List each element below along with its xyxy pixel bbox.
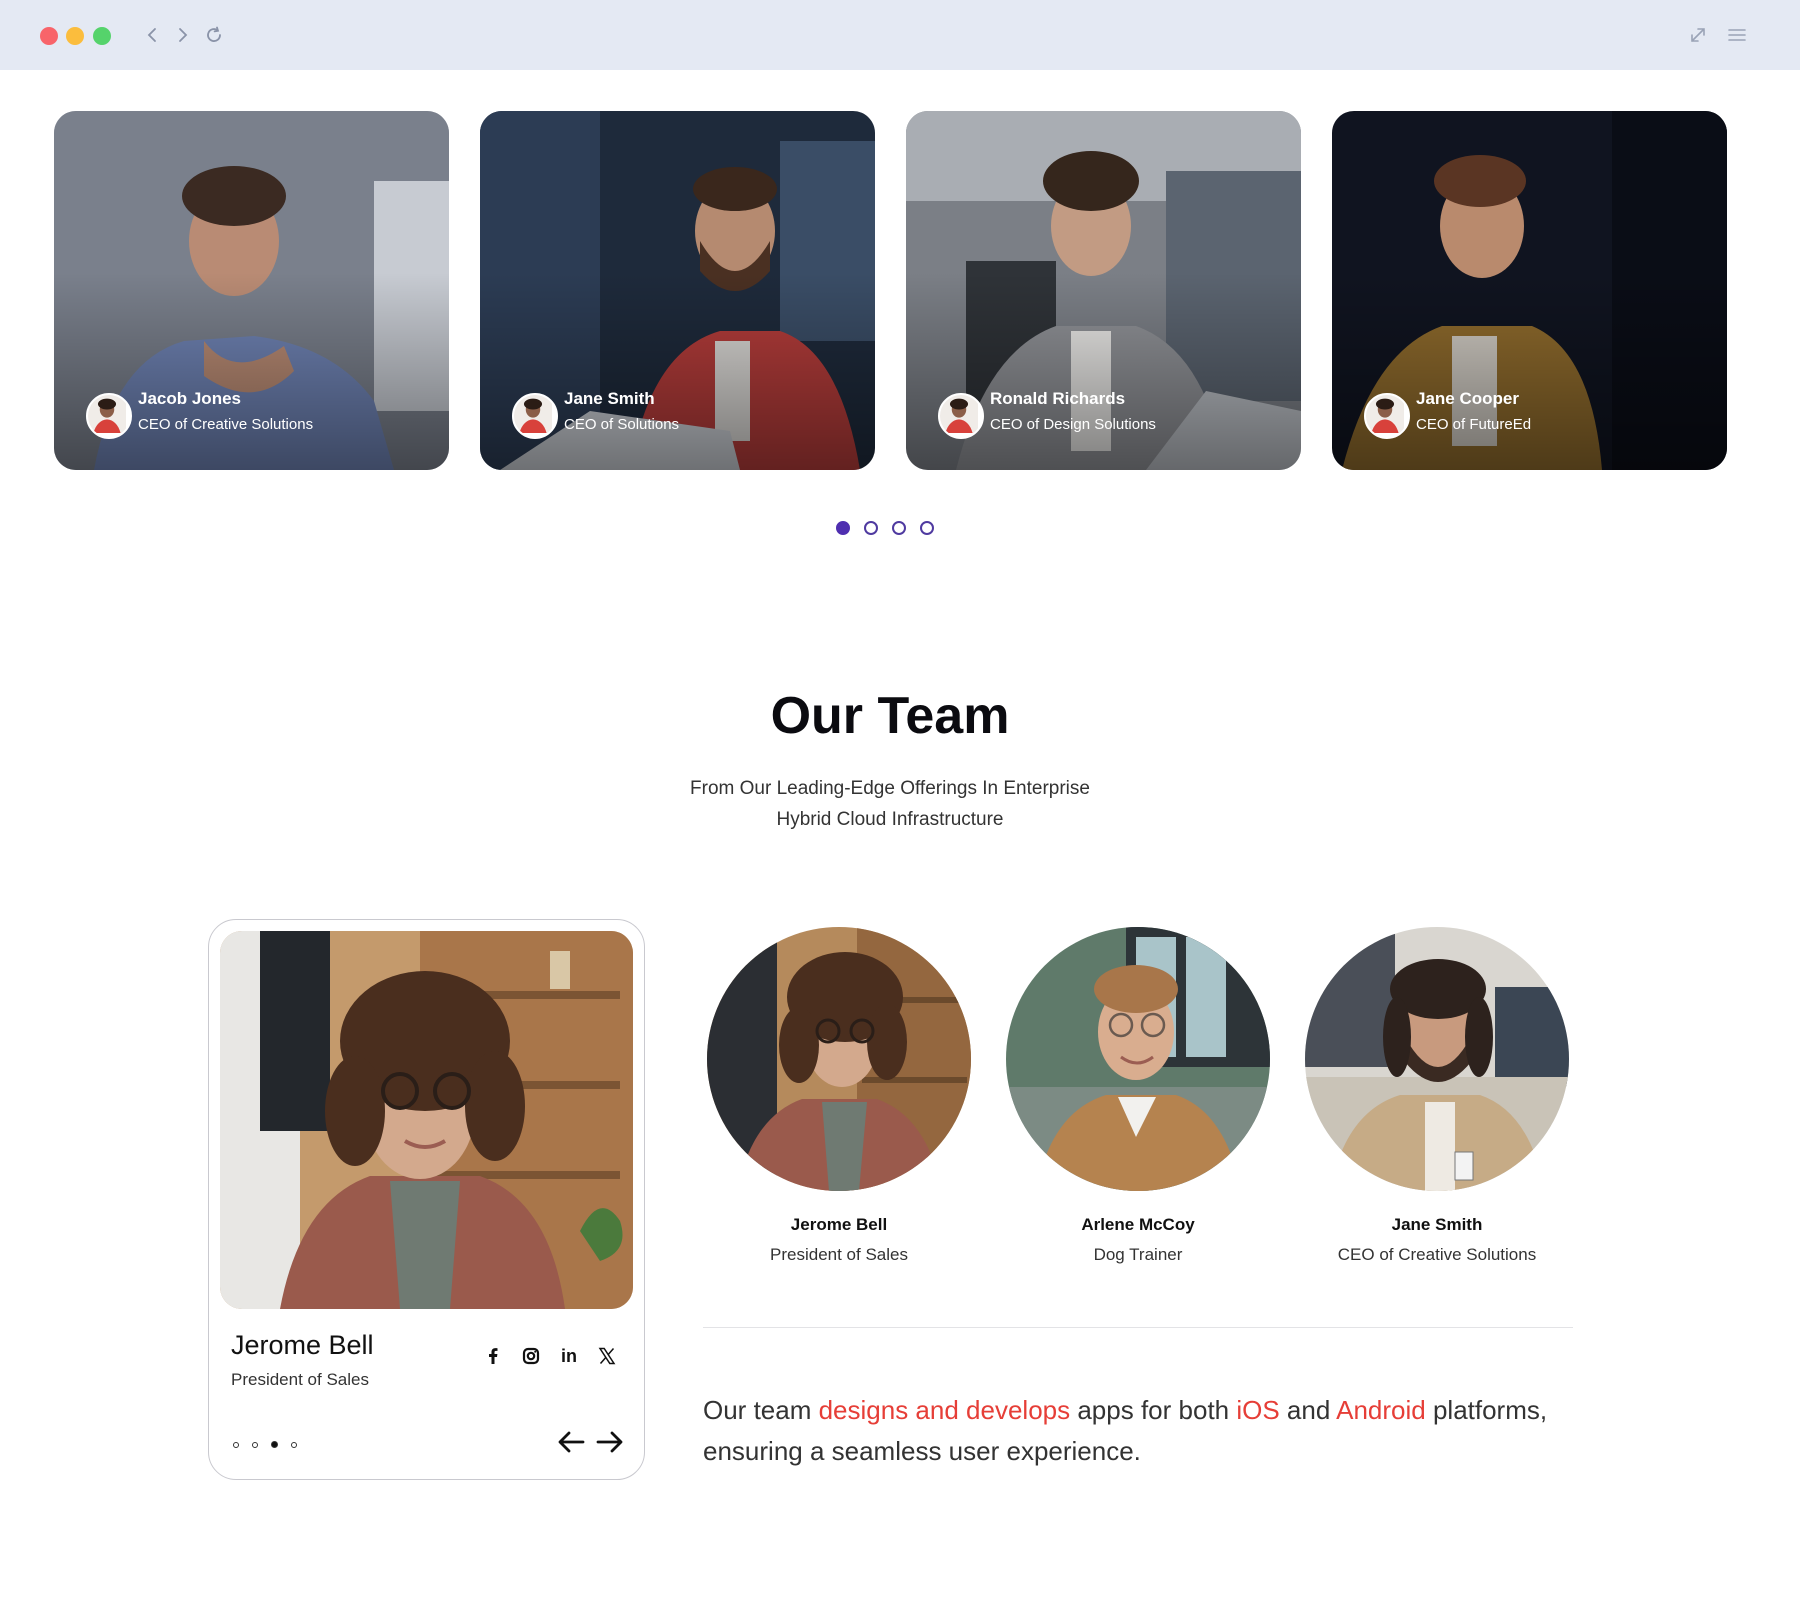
pagination-dot-3[interactable]: [892, 521, 906, 535]
carousel-card[interactable]: Jane Smith CEO of Solutions: [480, 111, 875, 470]
tagline-text: apps for both: [1070, 1395, 1237, 1425]
menu-button[interactable]: [1724, 22, 1750, 48]
card-name: Jane Cooper: [1416, 389, 1519, 408]
profile-dot-1[interactable]: [233, 1441, 239, 1448]
browser-toolbar: [0, 0, 1800, 70]
section-title: Our Team: [770, 687, 1010, 745]
member-name: Arlene McCoy: [1081, 1215, 1195, 1234]
avatar: [86, 393, 132, 439]
divider: [703, 1327, 1573, 1328]
profile-pagination: [233, 1441, 297, 1448]
instagram-icon: [522, 1347, 540, 1365]
chevron-right-icon: [179, 28, 188, 42]
testimonial-carousel: Jacob Jones CEO of Creative Solutions Ja…: [54, 111, 1728, 470]
pagination-dot-2[interactable]: [864, 521, 878, 535]
linkedin-icon: in: [561, 1345, 577, 1366]
facebook-icon: [489, 1348, 498, 1364]
avatar: [938, 393, 984, 439]
card-name: Jacob Jones: [138, 389, 241, 408]
avatar: [512, 393, 558, 439]
pagination-dot-1[interactable]: [836, 521, 850, 535]
avatar: [1364, 393, 1410, 439]
subtitle-line: From Our Leading-Edge Offerings In Enter…: [690, 778, 1090, 799]
card-role: CEO of Creative Solutions: [138, 416, 314, 433]
expand-button[interactable]: [1685, 22, 1711, 48]
x-link[interactable]: [595, 1344, 619, 1368]
tagline-text: and: [1279, 1395, 1337, 1425]
reload-icon: [207, 26, 221, 42]
section-subtitle: From Our Leading-Edge Offerings In Enter…: [0, 773, 1780, 835]
member-name: Jane Smith: [1391, 1215, 1483, 1234]
arrow-right-icon: [596, 1431, 623, 1453]
x-icon: [598, 1347, 616, 1365]
profile-dot-4[interactable]: [291, 1441, 297, 1448]
carousel-card[interactable]: Jacob Jones CEO of Creative Solutions: [54, 111, 449, 470]
chevron-left-icon: [147, 28, 156, 42]
team-tagline: Our team designs and develops apps for b…: [703, 1390, 1583, 1472]
minimize-window-button[interactable]: [66, 27, 84, 45]
card-name: Ronald Richards: [990, 389, 1126, 408]
card-role: CEO of FutureEd: [1416, 416, 1532, 433]
carousel-pagination: [836, 521, 934, 535]
maximize-window-button[interactable]: [93, 27, 111, 45]
next-button[interactable]: [594, 1428, 626, 1456]
profile-photo: [220, 931, 633, 1309]
tagline-highlight: Android: [1336, 1395, 1426, 1425]
card-name: Jane Smith: [564, 389, 655, 408]
reload-button[interactable]: [201, 22, 227, 48]
card-role: CEO of Solutions: [564, 416, 680, 433]
profile-dot-3[interactable]: [271, 1441, 278, 1448]
team-member[interactable]: Arlene McCoy Dog Trainer: [1006, 927, 1270, 1265]
back-button[interactable]: [140, 22, 166, 48]
member-role: President of Sales: [770, 1245, 908, 1264]
team-member[interactable]: Jane Smith CEO of Creative Solutions: [1305, 927, 1569, 1265]
instagram-link[interactable]: [519, 1344, 543, 1368]
tagline-highlight: designs and develops: [818, 1395, 1071, 1425]
menu-icon: [1728, 29, 1746, 41]
linkedin-link[interactable]: in: [557, 1344, 581, 1368]
card-role: CEO of Design Solutions: [990, 416, 1156, 433]
team-member[interactable]: Jerome Bell President of Sales: [707, 927, 971, 1265]
close-window-button[interactable]: [40, 27, 58, 45]
profile-dot-2[interactable]: [252, 1441, 258, 1448]
tagline-text: Our team: [703, 1395, 819, 1425]
member-photo: [1305, 927, 1569, 1191]
previous-button[interactable]: [555, 1428, 587, 1456]
member-photo: [707, 927, 971, 1191]
forward-button[interactable]: [169, 22, 195, 48]
subtitle-line: Hybrid Cloud Infrastructure: [776, 809, 1004, 830]
tagline-highlight: iOS: [1236, 1395, 1280, 1425]
member-photo: [1006, 927, 1270, 1191]
arrow-left-icon: [558, 1431, 585, 1453]
profile-name: Jerome Bell: [231, 1330, 374, 1360]
expand-icon: [1691, 28, 1705, 42]
carousel-card[interactable]: Jane Cooper CEO of FutureEd: [1332, 111, 1727, 470]
pagination-dot-4[interactable]: [920, 521, 934, 535]
facebook-link[interactable]: [481, 1344, 505, 1368]
profile-card: Jerome Bell President of Sales in: [208, 919, 645, 1480]
member-role: Dog Trainer: [1093, 1245, 1183, 1264]
member-role: CEO of Creative Solutions: [1337, 1245, 1537, 1264]
carousel-card[interactable]: Ronald Richards CEO of Design Solutions: [906, 111, 1301, 470]
social-links: in: [481, 1344, 619, 1368]
member-name: Jerome Bell: [790, 1215, 888, 1234]
profile-role: President of Sales: [231, 1370, 369, 1389]
